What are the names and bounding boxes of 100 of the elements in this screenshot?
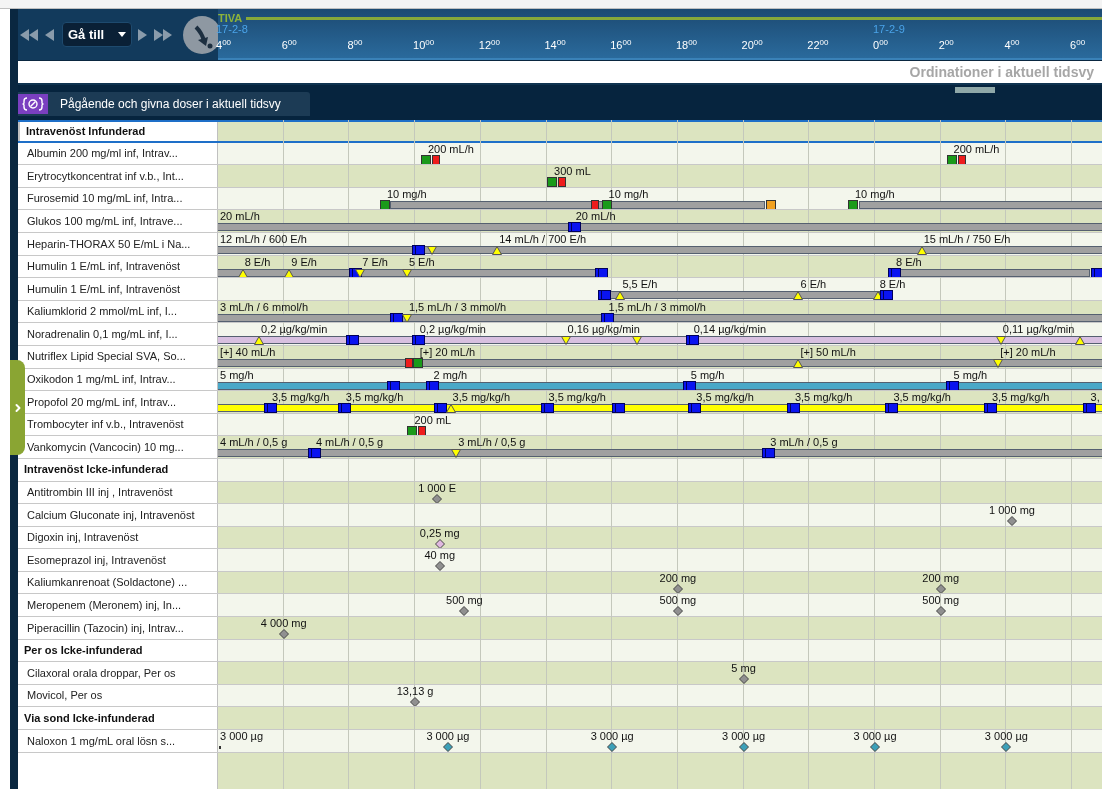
dose-amount: 1 000 mg xyxy=(989,504,1035,518)
down-triangle-icon[interactable] xyxy=(560,336,571,345)
dose-rate: 1,5 mL/h / 3 mmol/h xyxy=(408,300,507,313)
start-marker[interactable] xyxy=(407,425,418,436)
start-marker[interactable] xyxy=(946,154,957,165)
up-triangle-icon[interactable] xyxy=(615,291,626,300)
start-marker[interactable] xyxy=(379,199,390,210)
end-marker[interactable] xyxy=(765,199,776,210)
down-triangle-icon[interactable] xyxy=(401,268,412,278)
infusion-bar[interactable] xyxy=(218,336,1102,345)
change-marker[interactable] xyxy=(307,448,321,458)
infusion-bar[interactable] xyxy=(218,268,596,277)
stop-marker[interactable] xyxy=(557,177,566,187)
change-marker[interactable] xyxy=(762,448,776,458)
change-marker[interactable] xyxy=(433,403,447,413)
change-marker[interactable] xyxy=(888,267,902,278)
dose-rate: 5 mg/h xyxy=(953,368,988,381)
rewind-icon[interactable] xyxy=(20,27,39,42)
dose-rate: 8 E/h xyxy=(896,255,922,268)
up-triangle-icon[interactable] xyxy=(793,358,804,368)
change-marker[interactable] xyxy=(425,380,439,391)
change-marker[interactable] xyxy=(600,312,614,323)
infusion-bar[interactable] xyxy=(218,313,1102,322)
change-marker[interactable] xyxy=(1082,403,1096,413)
stop-marker[interactable] xyxy=(418,425,427,436)
up-triangle-icon[interactable] xyxy=(492,245,503,255)
change-marker[interactable] xyxy=(567,222,581,232)
stop-marker[interactable] xyxy=(432,154,441,165)
up-triangle-icon[interactable] xyxy=(254,336,265,345)
change-marker[interactable] xyxy=(786,403,800,413)
up-triangle-icon[interactable] xyxy=(445,404,456,413)
change-marker[interactable] xyxy=(688,403,702,413)
dose-rate: 300 mL xyxy=(554,165,591,178)
start-marker[interactable] xyxy=(601,199,612,210)
section-header[interactable]: Per os Icke-infunderad xyxy=(18,639,218,662)
stop-marker[interactable] xyxy=(404,357,413,368)
start-marker[interactable] xyxy=(412,357,423,368)
infusion-bar[interactable] xyxy=(218,381,1102,390)
change-marker[interactable] xyxy=(411,244,425,255)
dose-rate: 4 mL/h / 0,5 g xyxy=(315,436,384,449)
stop-marker[interactable] xyxy=(590,199,599,210)
down-triangle-icon[interactable] xyxy=(451,449,462,458)
down-triangle-icon[interactable] xyxy=(631,336,642,345)
infusion-bar[interactable] xyxy=(609,291,881,300)
section-header[interactable]: Via sond Icke-infunderad xyxy=(18,707,218,730)
up-triangle-icon[interactable] xyxy=(237,268,248,278)
down-triangle-icon[interactable] xyxy=(355,268,366,278)
change-marker[interactable] xyxy=(1090,267,1102,278)
change-marker[interactable] xyxy=(598,290,611,300)
down-triangle-icon[interactable] xyxy=(401,313,412,323)
stop-marker[interactable] xyxy=(957,154,966,165)
dose-rate: 5 mg/h xyxy=(220,368,254,382)
up-triangle-icon[interactable] xyxy=(1075,336,1086,345)
change-marker[interactable] xyxy=(540,403,554,413)
side-panel-tab[interactable] xyxy=(10,360,25,455)
section-header[interactable]: Intravenöst Infunderad xyxy=(18,122,218,141)
hour-label: 20$^{00}$ xyxy=(741,39,763,52)
change-marker[interactable] xyxy=(390,312,404,323)
change-marker[interactable] xyxy=(611,403,625,413)
dose-rate: 1,5 mL/h / 3 mmol/h xyxy=(608,300,706,313)
scroll-handle[interactable] xyxy=(955,87,995,93)
change-marker[interactable] xyxy=(983,403,997,413)
up-triangle-icon[interactable] xyxy=(916,245,927,255)
start-marker[interactable] xyxy=(420,154,431,165)
change-marker[interactable] xyxy=(263,403,277,413)
change-marker[interactable] xyxy=(682,380,696,391)
down-triangle-icon[interactable] xyxy=(995,336,1006,345)
dose-rate: 20 mL/h xyxy=(575,210,616,223)
goto-dropdown[interactable]: Gå till xyxy=(62,22,132,47)
dose-rate: [+] 20 mL/h xyxy=(419,345,476,358)
change-marker[interactable] xyxy=(945,380,959,391)
change-marker[interactable] xyxy=(685,335,699,345)
panel-tab[interactable]: Pågående och givna doser i aktuell tidsvy xyxy=(18,92,310,116)
section-header[interactable]: Intravenöst Icke-infunderad xyxy=(18,458,218,481)
up-triangle-icon[interactable] xyxy=(793,291,804,300)
back-icon[interactable] xyxy=(45,27,55,42)
down-triangle-icon[interactable] xyxy=(993,358,1004,368)
change-marker[interactable] xyxy=(337,403,351,413)
down-triangle-icon[interactable] xyxy=(426,245,437,255)
start-marker[interactable] xyxy=(547,177,558,187)
change-marker[interactable] xyxy=(411,335,425,345)
fast-forward-icon[interactable] xyxy=(154,27,173,42)
infusion-bar[interactable] xyxy=(218,449,1102,458)
dose-rate: 3 mL/h / 0,5 g xyxy=(458,436,526,449)
change-marker[interactable] xyxy=(885,403,899,413)
dose-rate: 3,5 mg/kg/h xyxy=(452,391,511,404)
dose-amount: 500 mg xyxy=(922,594,960,608)
change-marker[interactable] xyxy=(346,335,359,345)
dose-amount: 200 mg xyxy=(922,571,960,585)
up-triangle-icon[interactable] xyxy=(284,268,295,278)
medicine-icon xyxy=(18,94,48,114)
dose-rate: 3, xyxy=(1090,391,1100,404)
start-marker[interactable] xyxy=(848,199,858,210)
change-marker[interactable] xyxy=(595,267,609,278)
change-marker[interactable] xyxy=(879,290,893,300)
hour-label: 0$^{00}$ xyxy=(873,39,889,52)
up-triangle-icon[interactable] xyxy=(872,291,883,300)
dose-amount: 1 000 E xyxy=(418,481,457,495)
forward-icon[interactable] xyxy=(138,27,148,42)
change-marker[interactable] xyxy=(387,380,401,391)
